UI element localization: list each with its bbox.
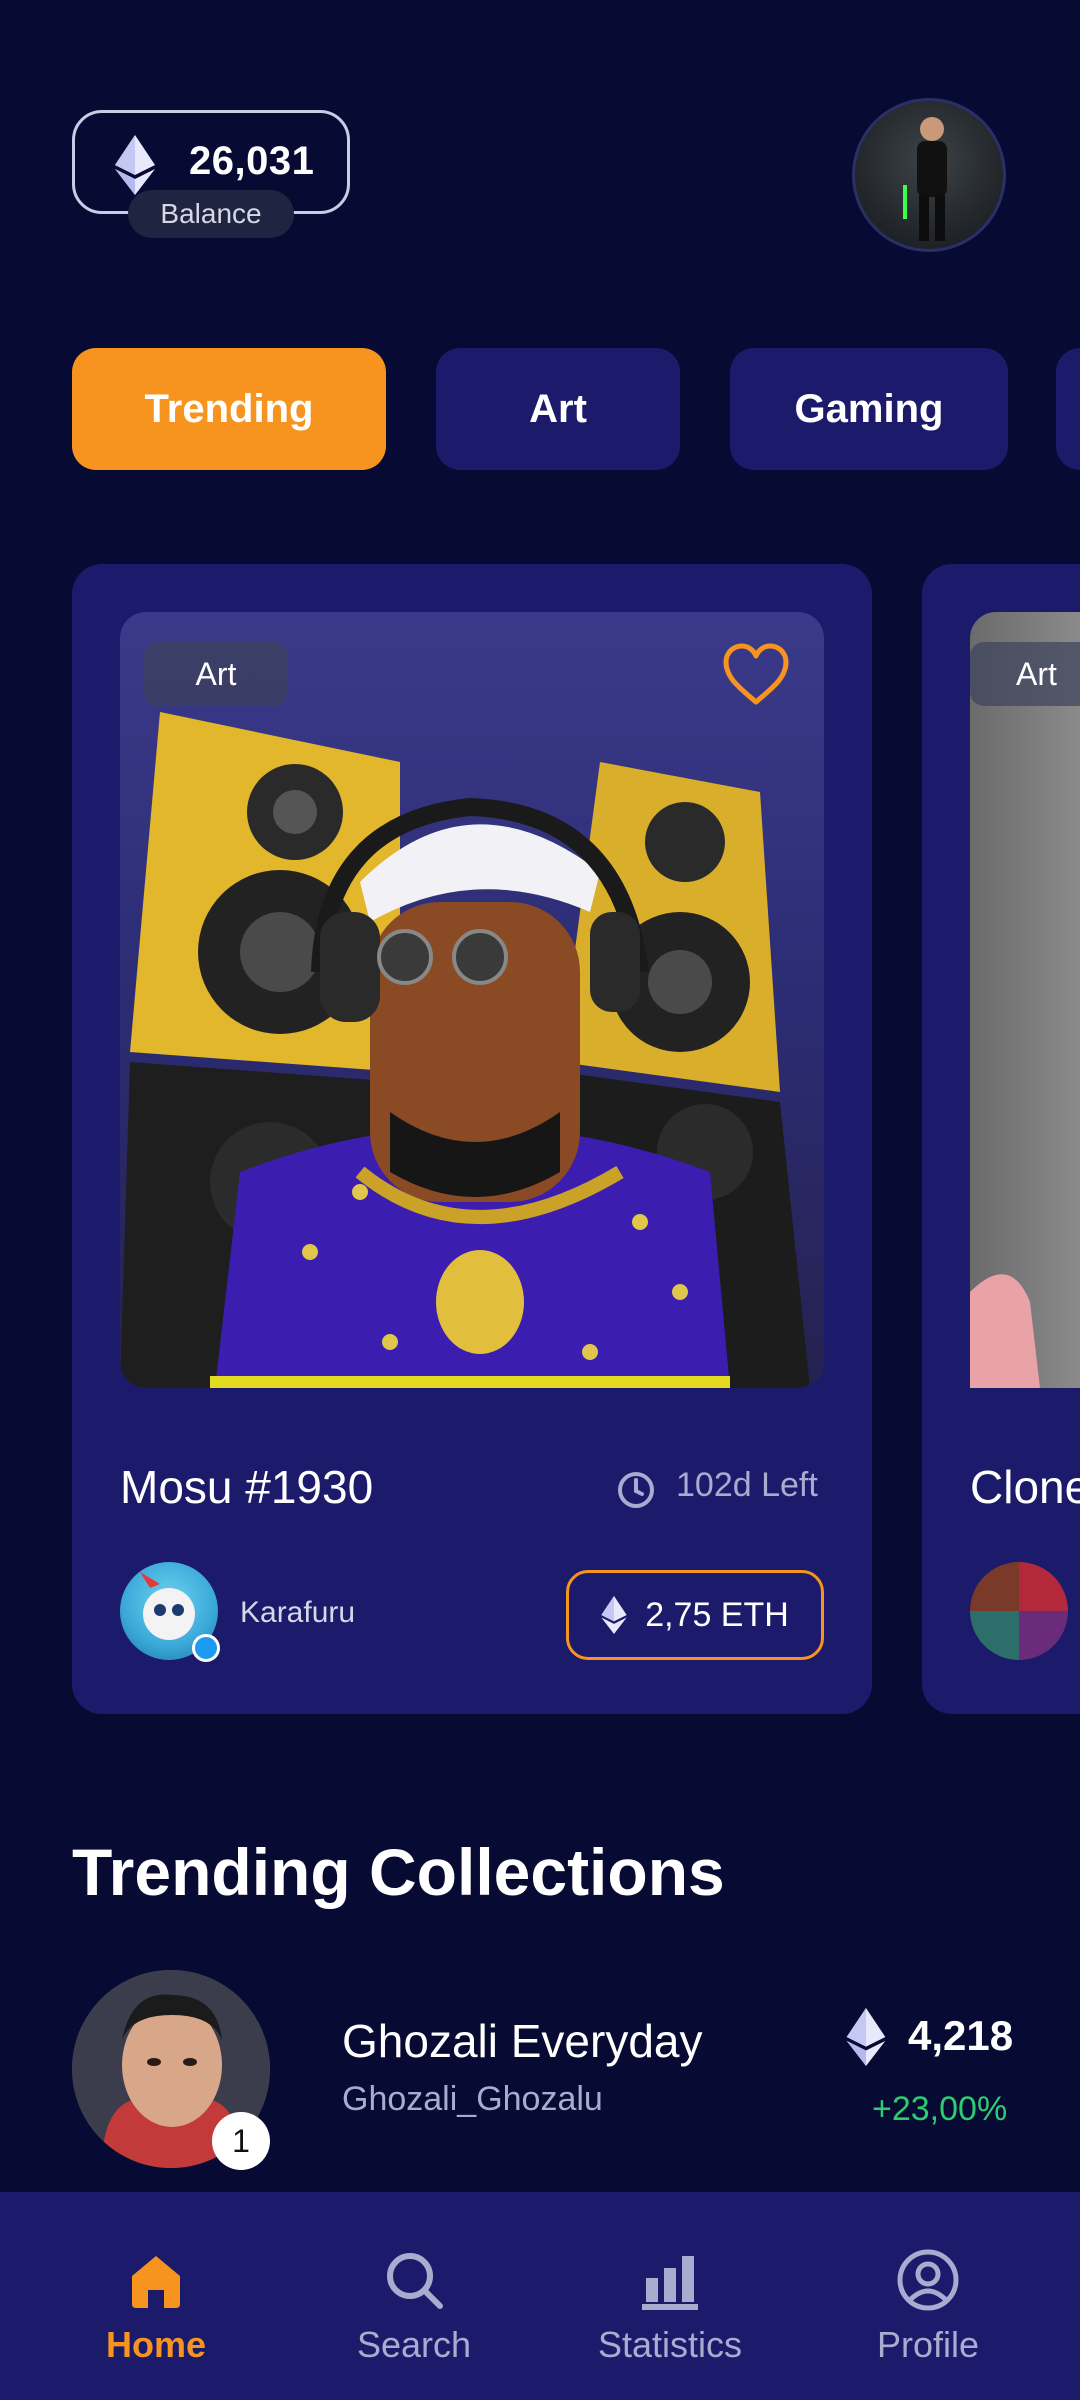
creator-name[interactable]: Karafuru bbox=[240, 1596, 355, 1630]
verified-icon bbox=[192, 1634, 220, 1662]
price-value: 2,75 ETH bbox=[645, 1595, 789, 1634]
nav-search[interactable]: Search bbox=[314, 2192, 514, 2400]
ethereum-icon bbox=[601, 1596, 627, 1634]
nav-profile-label: Profile bbox=[876, 2324, 980, 2365]
nft-artwork bbox=[120, 712, 810, 1388]
nft-title: Mosu #1930 bbox=[120, 1461, 374, 1513]
nav-search-label: Search bbox=[356, 2324, 472, 2365]
tab-art[interactable]: Art bbox=[436, 348, 680, 470]
avatar-figure bbox=[903, 117, 947, 241]
nav-home[interactable]: Home bbox=[56, 2192, 256, 2400]
category-chip: Art bbox=[144, 642, 288, 706]
nft-image-2[interactable] bbox=[970, 612, 1080, 1388]
category-chip-2: Art bbox=[970, 642, 1080, 706]
ethereum-icon bbox=[115, 135, 155, 195]
collection-handle: Ghozali_Ghozalu bbox=[342, 2080, 603, 2118]
balance-value: 26,031 bbox=[189, 139, 315, 183]
tab-more[interactable] bbox=[1056, 348, 1080, 470]
section-title: Trending Collections bbox=[72, 1835, 725, 1909]
clock-icon bbox=[618, 1472, 654, 1508]
search-icon bbox=[387, 2253, 443, 2309]
nav-profile[interactable]: Profile bbox=[828, 2192, 1028, 2400]
balance-label: Balance bbox=[128, 190, 294, 238]
nft-artwork-2 bbox=[970, 1274, 1040, 1388]
statistics-icon bbox=[642, 2256, 698, 2310]
featured-card[interactable]: Art Mosu #1930 102d Left Karafuru 2,75 E… bbox=[72, 564, 872, 1714]
collection-name[interactable]: Ghozali Everyday bbox=[342, 2014, 703, 2068]
bottom-nav: Home Search Statistics Profile bbox=[0, 2192, 1080, 2400]
featured-card-2[interactable]: Art Clone bbox=[922, 564, 1080, 1714]
nav-statistics-label: Statistics bbox=[597, 2324, 743, 2365]
nav-home-label: Home bbox=[105, 2324, 207, 2365]
tab-gaming[interactable]: Gaming bbox=[730, 348, 1008, 470]
profile-icon bbox=[897, 2249, 959, 2311]
heart-icon[interactable] bbox=[720, 642, 792, 708]
creator-avatar-2[interactable] bbox=[970, 1562, 1068, 1660]
nft-title-2: Clone bbox=[970, 1461, 1080, 1513]
price-button[interactable]: 2,75 ETH bbox=[566, 1570, 824, 1660]
tab-trending[interactable]: Trending bbox=[72, 348, 386, 470]
collection-value: 4,218 bbox=[908, 2012, 1014, 2059]
home-icon bbox=[132, 2256, 180, 2308]
avatar[interactable] bbox=[852, 98, 1006, 252]
rank-badge: 1 bbox=[212, 2112, 270, 2170]
ethereum-icon bbox=[846, 2008, 886, 2066]
nft-image[interactable]: Art bbox=[120, 612, 824, 1388]
nav-statistics[interactable]: Statistics bbox=[570, 2192, 770, 2400]
collection-change: +23,00% bbox=[872, 2090, 1008, 2128]
time-left: 102d Left bbox=[676, 1466, 818, 1504]
